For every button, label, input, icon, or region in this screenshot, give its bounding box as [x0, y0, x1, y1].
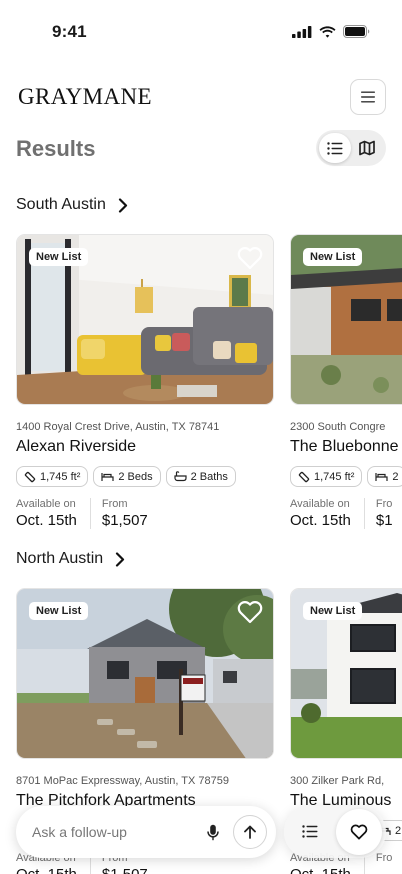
list-view-button[interactable] [319, 133, 351, 163]
status-time: 9:41 [52, 22, 87, 41]
heart-outline-icon[interactable] [237, 246, 263, 270]
beds-chip: 2 Beds [93, 466, 161, 487]
new-list-badge: New List [29, 602, 89, 620]
beds-value: 2 [392, 470, 399, 483]
sqft-value: 1,745 ft² [314, 470, 355, 483]
available-label: Available on [16, 498, 76, 510]
listing-address: 8701 MoPac Expressway, Austin, TX 78759 [16, 775, 229, 787]
chevron-right-icon [118, 197, 127, 213]
listing-photo[interactable]: New List [16, 234, 274, 405]
available-label: Available on [290, 498, 350, 510]
favorites-button[interactable] [336, 809, 382, 855]
listing-features: 1,745 ft² 2 Beds 2 Baths [16, 466, 274, 487]
new-list-badge: New List [29, 248, 89, 266]
listing-features: 1,745 ft² 2 [290, 466, 402, 487]
availability-row: Available on Oct. 15th From $1,507 [16, 498, 274, 529]
cellular-signal-icon [292, 25, 312, 38]
sqft-chip: 1,745 ft² [290, 466, 363, 487]
menu-button[interactable] [350, 79, 386, 115]
bed-icon [375, 473, 388, 481]
listing-name: The Bluebonne [290, 438, 399, 455]
status-bar: 9:41 [0, 0, 402, 62]
section-header-north-austin[interactable]: North Austin [16, 550, 125, 568]
ask-followup-input[interactable]: Ask a follow-up [16, 806, 276, 858]
available-date: Oct. 15th [290, 512, 351, 529]
listing-photo[interactable]: New List [16, 588, 274, 759]
sqft-chip: 1,745 ft² [16, 466, 89, 487]
bottom-bar: Ask a follow-up [16, 806, 386, 858]
send-button[interactable] [233, 815, 267, 849]
bed-icon [101, 473, 114, 481]
new-list-badge: New List [303, 602, 363, 620]
app-header: GRAYMANE [16, 78, 386, 116]
list-icon[interactable] [302, 825, 318, 838]
price-label: From [101, 498, 128, 510]
section-title: South Austin [16, 196, 106, 213]
listing-address: 1400 Royal Crest Drive, Austin, TX 78741 [16, 421, 220, 433]
listing-photo[interactable]: New List [290, 234, 402, 405]
heart-outline-icon[interactable] [237, 600, 263, 624]
new-list-badge: New List [303, 248, 363, 266]
view-toggle [316, 130, 386, 166]
listing-photo[interactable]: New List [290, 588, 402, 759]
status-icons [292, 25, 370, 38]
ruler-icon [24, 471, 36, 482]
list-icon [327, 141, 343, 155]
available-date: Oct. 15th [16, 512, 77, 529]
price: From $1,507 [89, 498, 161, 529]
section-title: North Austin [16, 550, 104, 567]
hamburger-icon [361, 91, 375, 103]
availability: Available on Oct. 15th [290, 498, 364, 529]
map-icon [359, 140, 375, 156]
beds-value: 2 [395, 824, 402, 837]
price-value: $1 [375, 512, 393, 529]
microphone-icon[interactable] [207, 824, 219, 841]
baths-chip: 2 Baths [165, 466, 236, 487]
baths-value: 2 Baths [190, 470, 228, 483]
results-heading: Results [16, 136, 96, 161]
ask-placeholder: Ask a follow-up [32, 824, 127, 840]
availability: Available on Oct. 15th [16, 498, 90, 529]
sqft-value: 1,745 ft² [40, 470, 81, 483]
listing-address: 2300 South Congre [290, 421, 386, 433]
beds-chip: 2 [367, 466, 402, 487]
heart-outline-icon [350, 824, 368, 840]
availability-row: Available on Oct. 15th Fro $1 [290, 498, 402, 529]
ruler-icon [298, 471, 310, 482]
price: Fro $1 [363, 498, 402, 529]
price-value: $1,507 [101, 512, 148, 529]
beds-value: 2 Beds [118, 470, 153, 483]
wifi-icon [319, 25, 336, 38]
battery-icon [343, 25, 370, 38]
available-date: Oct. 15th [16, 866, 77, 874]
price-label: Fro [375, 498, 393, 510]
section-header-south-austin[interactable]: South Austin [16, 196, 128, 214]
price-value: $1,507 [102, 866, 148, 874]
map-view-button[interactable] [351, 133, 383, 163]
available-date: Oct. 15th [290, 866, 351, 874]
arrow-up-icon [244, 825, 256, 839]
brand-logo[interactable]: GRAYMANE [18, 84, 152, 110]
listing-name: Alexan Riverside [16, 438, 137, 455]
listing-card[interactable]: New List 2300 South Congre The Bluebonne… [290, 234, 402, 529]
listing-address: 300 Zilker Park Rd, [290, 775, 385, 787]
view-actions-pill [284, 806, 386, 858]
listing-carousel-south-austin[interactable]: New List 1400 Royal Crest Drive, Austin,… [16, 234, 402, 544]
chevron-right-icon [116, 551, 125, 567]
listing-card[interactable]: New List 1400 Royal Crest Drive, Austin,… [16, 234, 274, 529]
bathtub-icon [174, 471, 187, 482]
